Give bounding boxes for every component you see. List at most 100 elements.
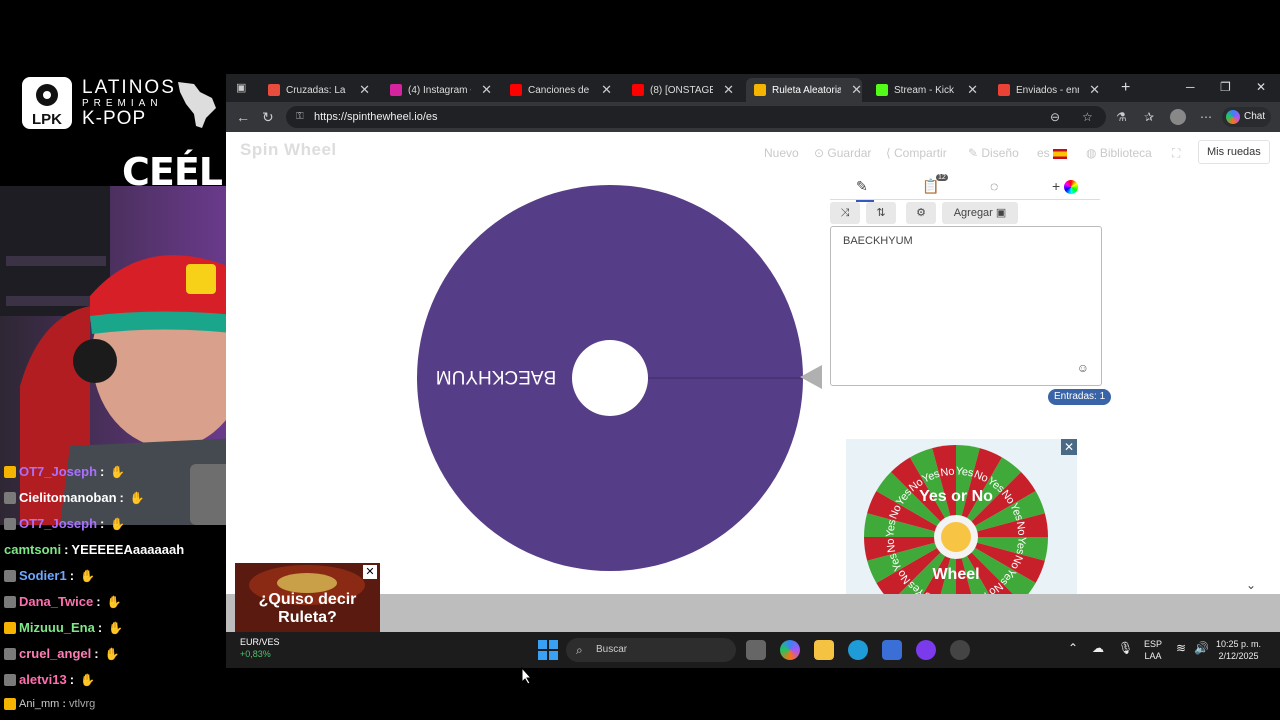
tab-close-icon[interactable]: ✕ [851,82,862,98]
file-explorer-icon[interactable] [814,640,834,660]
hide-tab-icon[interactable]: ◌ [990,178,998,194]
close-icon[interactable]: ✕ [363,565,377,579]
favorite-star-icon[interactable]: ☆ [1082,110,1093,124]
chat-badge-icon [4,647,16,660]
menu-lang[interactable]: es [1037,146,1068,160]
language-indicator[interactable]: ESP LAA [1144,638,1162,662]
maximize-button[interactable]: ❐ [1220,80,1231,94]
menu-diseno[interactable]: ✎ Diseño [968,146,1019,160]
menu-nuevo[interactable]: Nuevo [764,146,799,160]
tab-favicon-icon [268,84,280,96]
chat-username[interactable]: Cielitomanoban [19,490,117,505]
chat-username[interactable]: cruel_angel [19,646,91,661]
reload-button[interactable]: ↻ [262,109,274,126]
tray-expand-icon[interactable]: ⌃ [1068,642,1078,654]
chat-badge-icon [4,517,16,530]
menu-compartir-label: Compartir [894,146,947,160]
menu-compartir[interactable]: ⟨ Compartir [886,146,947,160]
results-badge: 12 [936,174,948,181]
close-window-button[interactable]: ✕ [1256,80,1266,94]
browser-tab[interactable]: (4) Instagram • Me ✕ [382,78,492,102]
chat-username[interactable]: Dana_Twice [19,594,93,609]
url-field[interactable]: ⚿ https://spinthewheel.io/es [286,106,1106,128]
ad-wheel-label: No [940,465,956,479]
volume-icon[interactable]: 🔊 [1194,642,1209,654]
logo-mark: LPK [32,111,62,128]
reader-icon[interactable]: ⊖ [1050,110,1060,124]
windows-start-icon[interactable] [538,640,558,660]
clock[interactable]: 10:25 p. m. 2/12/2025 [1216,638,1261,662]
chat-username[interactable]: camtsoni [4,542,61,557]
task-view-icon[interactable] [746,640,766,660]
chat-username[interactable]: OT7_Joseph [19,516,97,531]
wifi-icon[interactable]: ≋ [1176,642,1186,654]
chat-username[interactable]: Ani_mm [19,698,59,710]
onedrive-icon[interactable]: ☁ [1092,642,1104,654]
mic-icon[interactable]: 🎙 [1118,642,1133,654]
chat-label: Chat [1244,111,1266,122]
fullscreen-icon[interactable]: ⛶ [1172,146,1180,161]
entries-textarea[interactable]: BAECKHYUM ☺ [830,226,1102,386]
chat-username[interactable]: OT7_Joseph [19,464,97,479]
ad-wheel-label: Yes [884,518,898,538]
copilot-chat-button[interactable]: Chat [1222,107,1272,127]
sort-button[interactable]: ⇅ [866,202,896,224]
menu-biblioteca[interactable]: ◍ Biblioteca [1086,146,1152,160]
more-menu-icon[interactable]: ⋯ [1200,110,1212,124]
wheel-hub[interactable] [572,340,648,416]
tab-close-icon[interactable]: ✕ [481,82,492,98]
emoji-icon[interactable]: ☺ [1077,361,1089,375]
extensions-icon[interactable]: ⚗ [1116,110,1127,124]
browser-tab[interactable]: Cruzadas: La Lente ✕ [260,78,370,102]
emote-icon: ✋ [80,568,95,583]
tab-close-icon[interactable]: ✕ [601,82,612,98]
suggestion-popup[interactable]: ¿Quiso decir Ruleta? ✕ [235,563,380,633]
favorites-icon[interactable]: ✰ [1144,110,1154,124]
back-button[interactable]: ← [236,109,250,125]
chat-message: Cielitomanoban: ✋ [4,490,145,505]
store-icon[interactable] [882,640,902,660]
ad-close-button[interactable]: ✕ [1061,439,1077,455]
menu-lang-label: es [1037,146,1050,160]
tab-close-icon[interactable]: ✕ [359,82,370,98]
chat-username[interactable]: Mizuuu_Ena [19,620,95,635]
chat-username[interactable]: aletvi13 [19,672,67,687]
tab-close-icon[interactable]: ✕ [1089,82,1100,98]
chevron-down-icon[interactable]: ⌄ [1246,578,1256,592]
site-info-icon[interactable]: ⚿ [296,106,304,128]
browser-tab[interactable]: Stream - Kick ✕ [868,78,978,102]
ad-subtitle: Wheel [932,566,979,583]
spin-wheel[interactable]: BAECKHYUM [414,182,814,582]
mis-ruedas-button[interactable]: Mis ruedas [1198,140,1270,164]
settings-app-icon[interactable] [950,640,970,660]
tab-close-icon[interactable]: ✕ [967,82,978,98]
browser-tab[interactable]: (8) [ONSTAGE] Sol ✕ [624,78,734,102]
edge-icon[interactable] [848,640,868,660]
stock-widget[interactable]: EUR/VES +0,83% [240,637,280,659]
browser-tab[interactable]: Canciones de ✕ [502,78,612,102]
settings-button[interactable]: ⚙ [906,202,936,224]
site-header: Spin Wheel Nuevo ⊙ Guardar ⟨ Compartir ✎… [226,132,1280,172]
suggestion-text: ¿Quiso decir Ruleta? [258,591,357,627]
new-tab-button[interactable]: + [1121,79,1130,97]
tab-close-icon[interactable]: ✕ [723,82,734,98]
mouse-cursor-icon [521,667,533,685]
site-logo[interactable]: Spin Wheel [240,140,337,160]
chat-username[interactable]: Sodier1 [19,568,67,583]
tab-actions-icon[interactable]: ▣ [236,81,246,94]
agregar-button[interactable]: Agregar ▣ [942,202,1018,224]
copilot-taskbar-icon[interactable] [780,640,800,660]
menu-guardar[interactable]: ⊙ Guardar [814,146,871,160]
browser-tab[interactable]: Enviados - ennion ✕ [990,78,1100,102]
shuffle-button[interactable]: ⤨ [830,202,860,224]
edit-tab-icon[interactable]: ✎ [856,178,874,202]
obs-icon[interactable] [916,640,936,660]
brand-line1: LATINOS [82,77,176,98]
chat-message: OT7_Joseph: ✋ [4,516,125,531]
minimize-button[interactable]: ─ [1186,80,1195,94]
profile-avatar[interactable] [1170,109,1186,125]
browser-window: ▣ Cruzadas: La Lente ✕ (4) Instagram • Me ✕… [226,74,1280,668]
add-color-tab[interactable]: + [1052,178,1079,195]
browser-tab[interactable]: Ruleta Aleatoria - ✕ [746,78,862,102]
taskbar-search[interactable]: ⌕ Buscar [566,638,736,662]
